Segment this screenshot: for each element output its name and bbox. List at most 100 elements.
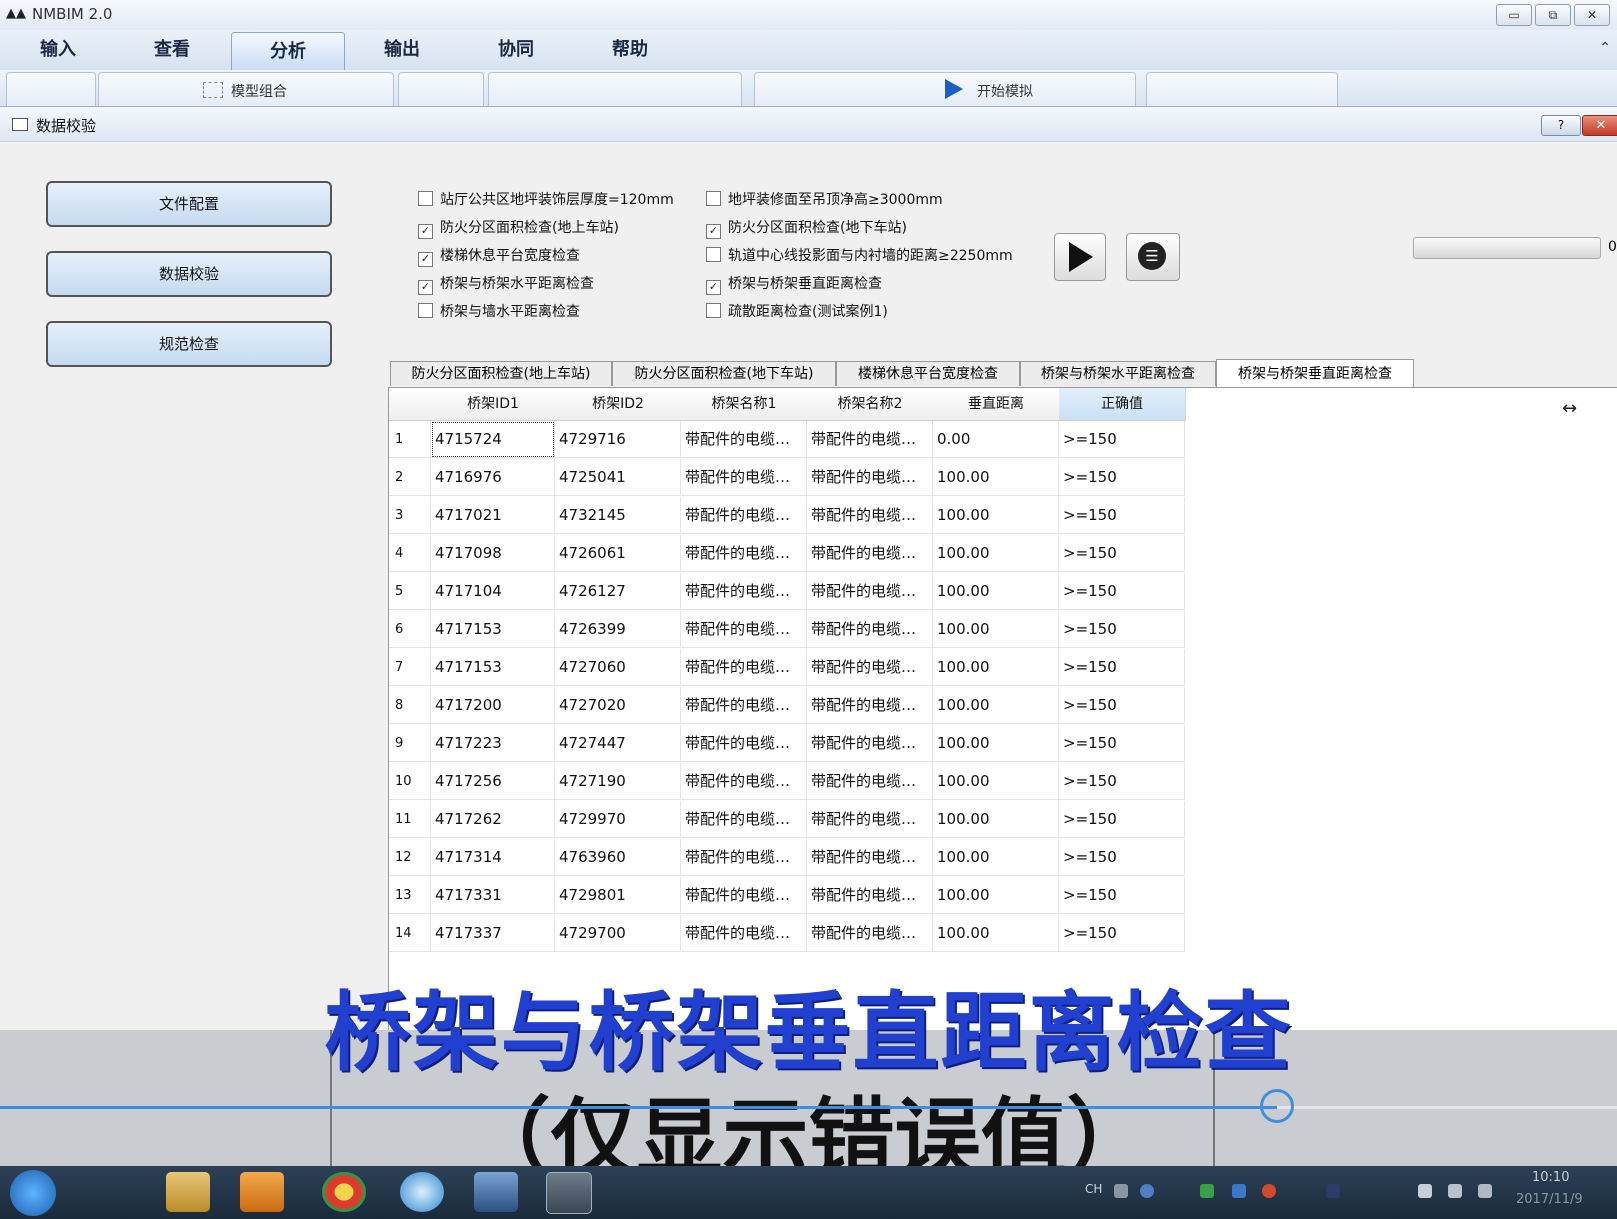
table-row[interactable]: 4 4717098 4726061 带配件的电缆… 带配件的电缆… 100.00 >=150 (389, 535, 1185, 573)
table-cell[interactable]: >=150 (1059, 839, 1185, 876)
shield-icon[interactable] (1232, 1184, 1246, 1198)
table-cell[interactable]: 4717331 (431, 877, 555, 914)
table-cell[interactable]: 4717314 (431, 839, 555, 876)
table-cell[interactable]: 带配件的电缆… (681, 649, 807, 686)
nmbim-app-icon[interactable] (546, 1172, 592, 1214)
table-cell[interactable]: 4717153 (431, 611, 555, 648)
table-cell[interactable]: >=150 (1059, 421, 1185, 458)
table-row[interactable]: 12 4717314 4763960 带配件的电缆… 带配件的电缆… 100.00 >=15… (389, 839, 1185, 877)
table-cell[interactable]: >=150 (1059, 877, 1185, 914)
table-cell[interactable]: >=150 (1059, 497, 1185, 534)
right-checkbox-row[interactable]: 地坪装修面至吊顶净高≥3000mm (706, 189, 1013, 211)
table-cell[interactable]: 100.00 (933, 649, 1059, 686)
left-checkbox-row[interactable]: 站厅公共区地坪装饰层厚度=120mm (418, 189, 674, 211)
chrome-icon[interactable] (322, 1172, 366, 1212)
help-tray-icon[interactable] (1140, 1184, 1154, 1198)
column-header[interactable]: 垂直距离 (933, 388, 1060, 421)
table-cell[interactable]: 4717104 (431, 573, 555, 610)
right-checkbox-row[interactable]: 疏散距离检查(测试案例1) (706, 301, 1013, 323)
column-header[interactable]: 桥架ID2 (555, 388, 682, 421)
checkbox[interactable] (706, 247, 721, 262)
remote-desktop-icon[interactable] (474, 1172, 518, 1212)
menu-collab[interactable]: 协同 (460, 30, 572, 70)
file-explorer-icon[interactable] (166, 1172, 210, 1212)
table-cell[interactable]: 4727190 (555, 763, 681, 800)
table-cell[interactable]: 4725041 (555, 459, 681, 496)
table-cell[interactable]: 带配件的电缆… (807, 573, 933, 610)
table-cell[interactable]: 带配件的电缆… (681, 915, 807, 952)
minimize-button[interactable]: ▭ (1496, 4, 1532, 26)
model-group-label[interactable]: 模型组合 (231, 81, 287, 101)
table-cell[interactable]: 4717262 (431, 801, 555, 838)
checkbox[interactable]: ✓ (418, 252, 433, 267)
checkbox[interactable]: ✓ (418, 224, 433, 239)
column-header[interactable]: 桥架ID1 (431, 388, 556, 421)
flag-icon[interactable] (1418, 1184, 1432, 1198)
tab-1[interactable]: 防火分区面积检查(地上车站) (390, 361, 612, 386)
run-check-button[interactable] (1054, 233, 1106, 281)
menu-help[interactable]: 帮助 (574, 30, 686, 70)
table-cell[interactable]: 4717153 (431, 649, 555, 686)
start-button[interactable] (10, 1170, 56, 1216)
menu-analysis[interactable]: 分析 (231, 32, 345, 71)
table-cell[interactable]: 4717223 (431, 725, 555, 762)
tab-2[interactable]: 防火分区面积检查(地下车站) (612, 361, 836, 386)
table-cell[interactable]: 4717098 (431, 535, 555, 572)
table-cell[interactable]: 100.00 (933, 687, 1059, 724)
table-cell[interactable]: 带配件的电缆… (807, 763, 933, 800)
table-cell[interactable]: 带配件的电缆… (681, 725, 807, 762)
media-player-icon[interactable] (240, 1172, 284, 1212)
table-row[interactable]: 9 4717223 4727447 带配件的电缆… 带配件的电缆… 100.00 >=150 (389, 725, 1185, 763)
menu-input[interactable]: 输入 (2, 30, 114, 70)
clock-date[interactable]: 2017/11/9 (1516, 1192, 1583, 1207)
start-simulation-play-icon[interactable] (945, 79, 963, 99)
table-row[interactable]: 14 4717337 4729700 带配件的电缆… 带配件的电缆… 100.00 >=15… (389, 915, 1185, 953)
table-cell[interactable]: >=150 (1059, 763, 1185, 800)
table-cell[interactable]: 带配件的电缆… (807, 801, 933, 838)
keyboard-icon[interactable] (1114, 1184, 1128, 1198)
start-simulation-label[interactable]: 开始模拟 (977, 81, 1033, 101)
table-cell[interactable]: 带配件的电缆… (807, 725, 933, 762)
dialog-help-button[interactable]: ? (1541, 115, 1581, 136)
table-cell[interactable]: >=150 (1059, 573, 1185, 610)
table-cell[interactable]: 带配件的电缆… (681, 459, 807, 496)
table-cell[interactable]: 100.00 (933, 725, 1059, 762)
right-checkbox-row[interactable]: 轨道中心线投影面与内衬墙的距离≥2250mm (706, 245, 1013, 267)
table-cell[interactable]: 带配件的电缆… (681, 497, 807, 534)
menu-view[interactable]: 查看 (116, 30, 228, 70)
table-cell[interactable]: 4727020 (555, 687, 681, 724)
table-cell[interactable]: 4716976 (431, 459, 555, 496)
table-cell[interactable]: 100.00 (933, 459, 1059, 496)
export-button[interactable]: ☰ (1126, 233, 1180, 281)
tab-3[interactable]: 楼梯休息平台宽度检查 (836, 361, 1020, 386)
network-tray-icon[interactable] (1200, 1184, 1214, 1198)
table-cell[interactable]: >=150 (1059, 687, 1185, 724)
spec-check-button[interactable]: 规范检查 (46, 321, 332, 367)
file-config-button[interactable]: 文件配置 (46, 181, 332, 227)
checkbox[interactable] (706, 303, 721, 318)
table-cell[interactable]: 带配件的电缆… (807, 839, 933, 876)
table-cell[interactable]: 100.00 (933, 611, 1059, 648)
table-row[interactable]: 1 4715724 4729716 带配件的电缆… 带配件的电缆… 0.00 >=150 (389, 421, 1185, 459)
checkbox[interactable] (418, 191, 433, 206)
table-cell[interactable]: 带配件的电缆… (681, 421, 807, 458)
table-cell[interactable]: 带配件的电缆… (681, 877, 807, 914)
checkbox[interactable] (706, 191, 721, 206)
table-cell[interactable]: 100.00 (933, 535, 1059, 572)
table-cell[interactable]: 带配件的电缆… (807, 611, 933, 648)
table-row[interactable]: 6 4717153 4726399 带配件的电缆… 带配件的电缆… 100.00 >=150 (389, 611, 1185, 649)
table-row[interactable]: 11 4717262 4729970 带配件的电缆… 带配件的电缆… 100.00 >=15… (389, 801, 1185, 839)
table-cell[interactable]: 4729970 (555, 801, 681, 838)
right-checkbox-row[interactable]: ✓ 防火分区面积检查(地下车站) (706, 217, 1013, 239)
table-cell[interactable]: >=150 (1059, 915, 1185, 952)
dialog-close-button[interactable]: ✕ (1582, 115, 1617, 136)
table-cell[interactable]: 带配件的电缆… (681, 839, 807, 876)
table-cell[interactable]: 4726061 (555, 535, 681, 572)
table-cell[interactable]: 4729801 (555, 877, 681, 914)
monitor-icon[interactable] (1448, 1184, 1462, 1198)
table-cell[interactable]: 带配件的电缆… (807, 459, 933, 496)
volume-icon[interactable] (1478, 1184, 1492, 1198)
table-cell[interactable]: 100.00 (933, 497, 1059, 534)
table-cell[interactable]: 带配件的电缆… (681, 801, 807, 838)
checkbox[interactable]: ✓ (418, 280, 433, 295)
